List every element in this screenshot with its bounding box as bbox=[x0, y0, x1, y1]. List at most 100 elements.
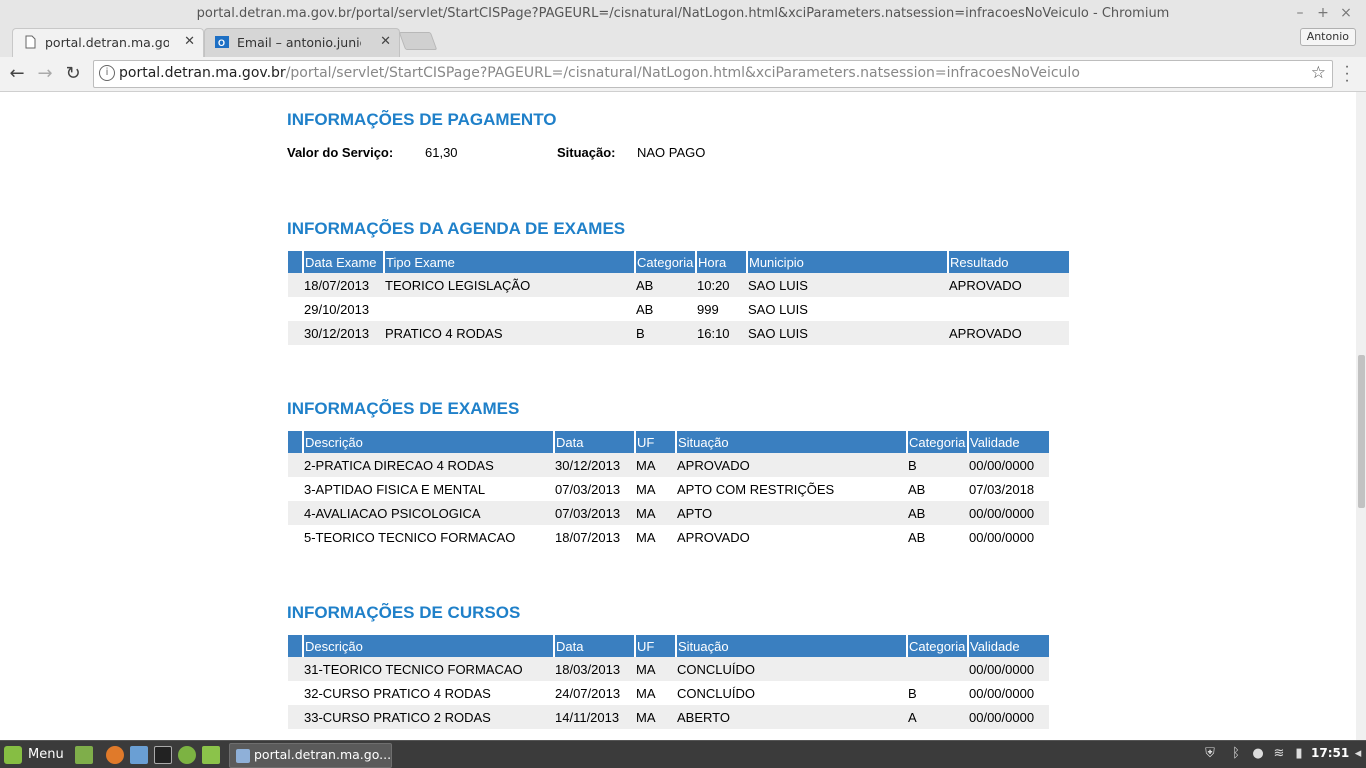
table-cell: 00/00/0000 bbox=[968, 681, 1049, 705]
close-tab-icon[interactable]: ✕ bbox=[380, 34, 391, 49]
table-cell: MA bbox=[635, 453, 676, 477]
table-cell: PRATICO 4 RODAS bbox=[384, 321, 635, 345]
table-cell: MA bbox=[635, 657, 676, 681]
scrollbar-thumb[interactable] bbox=[1358, 355, 1365, 508]
table-cell: CONCLUÍDO bbox=[676, 657, 907, 681]
table-cell: 00/00/0000 bbox=[968, 501, 1049, 525]
url-text[interactable]: portal.detran.ma.gov.br/portal/servlet/S… bbox=[119, 65, 1080, 81]
tab-email[interactable]: O Email – antonio.junior18 ✕ bbox=[204, 28, 400, 57]
shield-icon[interactable]: ⛨ bbox=[1202, 746, 1218, 762]
profile-button[interactable]: Antonio bbox=[1299, 28, 1356, 46]
table-cell: AB bbox=[907, 525, 968, 549]
cursos-heading: INFORMAÇÕES DE CURSOS bbox=[287, 603, 521, 622]
bookmark-star-icon[interactable]: ☆ bbox=[1311, 63, 1326, 83]
table-cell: 999 bbox=[696, 297, 747, 321]
task-label: portal.detran.ma.go... bbox=[254, 747, 392, 762]
table-cell: 14/11/2013 bbox=[554, 705, 635, 729]
table-cell bbox=[288, 273, 303, 297]
new-tab-button[interactable] bbox=[398, 32, 438, 50]
table-cell: A bbox=[907, 705, 968, 729]
exames-table: Descrição Data UF Situação Categoria Val… bbox=[288, 431, 1049, 549]
table-cell bbox=[288, 501, 303, 525]
minimize-button[interactable]: – bbox=[1291, 4, 1309, 22]
column-header: Descrição bbox=[303, 635, 555, 657]
column-header: Descrição bbox=[303, 431, 555, 453]
table-header-row: Data Exame Tipo Exame Categoria Hora Mun… bbox=[288, 251, 1069, 273]
column-header: Situação bbox=[676, 431, 908, 453]
show-desktop-icon[interactable] bbox=[75, 746, 93, 764]
back-icon[interactable]: ← bbox=[6, 63, 28, 85]
taskbar-window-button[interactable]: portal.detran.ma.go... bbox=[229, 743, 392, 768]
page-content: INFORMAÇÕES DE PAGAMENTO Valor do Serviç… bbox=[0, 92, 1356, 740]
situacao-label: Situação: bbox=[557, 145, 616, 160]
notifications-icon[interactable]: ◂ bbox=[1350, 746, 1366, 762]
valor-value: 61,30 bbox=[425, 145, 458, 160]
table-cell: 30/12/2013 bbox=[554, 453, 635, 477]
user-icon[interactable]: ● bbox=[1250, 746, 1266, 762]
forward-icon[interactable]: → bbox=[34, 63, 56, 85]
bluetooth-icon[interactable]: ᛒ bbox=[1228, 746, 1244, 762]
table-cell bbox=[288, 477, 303, 501]
table-cell: CONCLUÍDO bbox=[676, 681, 907, 705]
table-cell: MA bbox=[635, 525, 676, 549]
column-header: Categoria bbox=[635, 251, 697, 273]
menu-dots-icon[interactable]: · · · bbox=[1343, 59, 1351, 89]
chromium-icon[interactable] bbox=[130, 746, 148, 764]
table-cell: AB bbox=[635, 273, 696, 297]
table-cell: MA bbox=[635, 705, 676, 729]
info-icon[interactable]: i bbox=[99, 65, 115, 81]
table-cell bbox=[948, 297, 1069, 321]
page-icon bbox=[25, 35, 36, 49]
wifi-icon[interactable]: ≋ bbox=[1271, 746, 1287, 762]
table-cell bbox=[288, 297, 303, 321]
table-cell bbox=[288, 525, 303, 549]
situacao-value: NAO PAGO bbox=[637, 145, 706, 160]
battery-icon[interactable]: ▮ bbox=[1291, 746, 1307, 762]
table-cell: APROVADO bbox=[676, 525, 907, 549]
terminal-icon[interactable] bbox=[154, 746, 172, 764]
table-cell: 29/10/2013 bbox=[303, 297, 384, 321]
close-window-button[interactable]: × bbox=[1337, 4, 1355, 22]
table-cell: 5-TEORICO TECNICO FORMACAO bbox=[303, 525, 554, 549]
column-header: Resultado bbox=[948, 251, 1069, 273]
column-header: UF bbox=[635, 635, 677, 657]
table-cell: 00/00/0000 bbox=[968, 657, 1049, 681]
android-studio-icon[interactable] bbox=[178, 746, 196, 764]
column-header: Tipo Exame bbox=[384, 251, 636, 273]
firefox-icon[interactable] bbox=[106, 746, 124, 764]
table-cell: SAO LUIS bbox=[747, 273, 948, 297]
table-row: 2-PRATICA DIRECAO 4 RODAS 30/12/2013 MA APR… bbox=[288, 453, 1049, 477]
maximize-button[interactable]: + bbox=[1314, 4, 1332, 22]
files-icon[interactable] bbox=[202, 746, 220, 764]
table-cell: 07/03/2013 bbox=[554, 501, 635, 525]
table-cell: SAO LUIS bbox=[747, 297, 948, 321]
table-cell: B bbox=[635, 321, 696, 345]
table-cell: B bbox=[907, 453, 968, 477]
table-cell: 33-CURSO PRATICO 2 RODAS bbox=[303, 705, 554, 729]
start-menu-button[interactable]: Menu bbox=[4, 745, 64, 765]
table-cell: APROVADO bbox=[676, 453, 907, 477]
table-cell: 10:20 bbox=[696, 273, 747, 297]
address-bar[interactable]: i portal.detran.ma.gov.br/portal/servlet… bbox=[93, 60, 1333, 88]
url-host: portal.detran.ma.gov.br bbox=[119, 65, 286, 81]
column-header: Categoria bbox=[907, 431, 969, 453]
table-row: 18/07/2013 TEORICO LEGISLAÇÃO AB 10:20 SAO L… bbox=[288, 273, 1069, 297]
window-titlebar: portal.detran.ma.gov.br/portal/servlet/S… bbox=[0, 0, 1366, 28]
table-cell: 2-PRATICA DIRECAO 4 RODAS bbox=[303, 453, 554, 477]
table-header-row: Descrição Data UF Situação Categoria Val… bbox=[288, 431, 1049, 453]
tab-detran[interactable]: portal.detran.ma.gov.br ✕ bbox=[12, 28, 204, 57]
table-cell: 16:10 bbox=[696, 321, 747, 345]
table-cell: 00/00/0000 bbox=[968, 705, 1049, 729]
table-cell: 3-APTIDAO FISICA E MENTAL bbox=[303, 477, 554, 501]
column-header: Data bbox=[554, 431, 636, 453]
column-header bbox=[288, 251, 304, 273]
table-cell: MA bbox=[635, 501, 676, 525]
close-tab-icon[interactable]: ✕ bbox=[184, 34, 195, 49]
table-cell: AB bbox=[907, 501, 968, 525]
table-cell: B bbox=[907, 681, 968, 705]
table-cell: SAO LUIS bbox=[747, 321, 948, 345]
table-cell: 18/07/2013 bbox=[303, 273, 384, 297]
column-header: UF bbox=[635, 431, 677, 453]
table-row: 5-TEORICO TECNICO FORMACAO 18/07/2013 MA AP… bbox=[288, 525, 1049, 549]
reload-icon[interactable]: ↻ bbox=[62, 63, 84, 85]
